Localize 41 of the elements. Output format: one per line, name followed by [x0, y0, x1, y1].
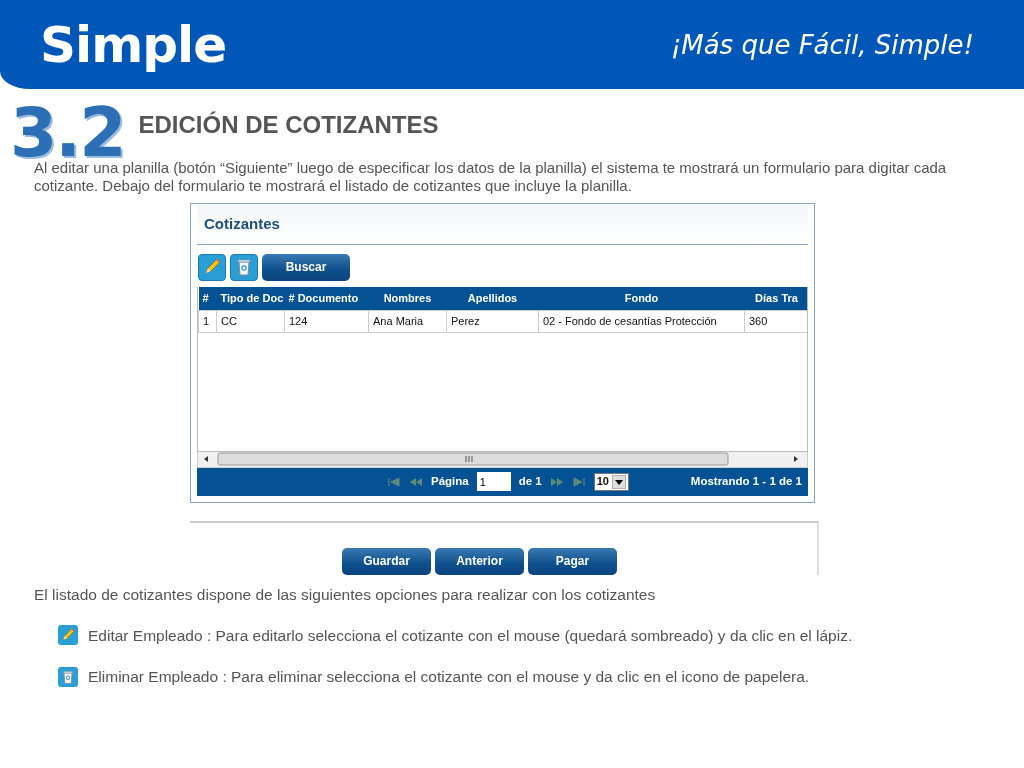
column-header[interactable]: Fondo	[538, 286, 745, 311]
first-page-icon[interactable]	[387, 476, 401, 487]
trash-icon	[234, 257, 254, 277]
option-description: Eliminar Empleado : Para eliminar selecciona el cotizante con el mouse y da clic en el icono de papelera.	[88, 667, 810, 687]
caret-icon	[612, 474, 626, 489]
column-header[interactable]: Apellidos	[446, 286, 539, 311]
search-button[interactable]: Buscar	[262, 253, 350, 281]
panel-title: Cotizantes	[197, 204, 808, 245]
edit-button[interactable]	[198, 253, 226, 281]
pencil-icon	[58, 625, 78, 646]
page-size-select[interactable]: 10	[593, 472, 629, 491]
column-header[interactable]: # Documento	[284, 286, 369, 311]
table-cell: Ana Maria	[368, 310, 447, 333]
table-cell: 1	[198, 310, 217, 333]
section-title: EDICIÓN DE COTIZANTES	[138, 111, 439, 139]
logo: Simple	[40, 15, 227, 74]
page-label: Página	[431, 473, 469, 489]
column-header[interactable]: #	[198, 286, 217, 311]
option-description: Editar Empleado : Para editarlo selecciona el cotizante con el mouse (quedará sombreado) y da clic en el lápiz.	[88, 625, 853, 646]
tagline: ¡Más que Fácil, Simple!	[670, 29, 974, 60]
table-cell: 02 - Fondo de cesantías Protección	[538, 310, 745, 333]
action-button[interactable]: Anterior	[435, 547, 524, 575]
table-cell: 124	[284, 310, 369, 333]
record-summary: Mostrando 1 - 1 de 1	[690, 473, 802, 489]
options-intro: El listado de cotizantes dispone de las siguientes opciones para realizar con los cotizantes	[34, 584, 657, 605]
last-page-icon[interactable]	[571, 476, 586, 487]
page-input[interactable]: 1	[476, 472, 511, 491]
trash-icon	[58, 666, 78, 687]
column-header[interactable]: Días Tra	[744, 286, 807, 311]
table-cell: CC	[216, 310, 285, 333]
table-cell: 360	[744, 310, 807, 333]
pencil-icon	[202, 257, 222, 277]
action-button[interactable]: Pagar	[528, 547, 617, 575]
delete-button[interactable]	[230, 253, 258, 281]
table-cell: Perez	[446, 310, 539, 333]
action-button[interactable]: Guardar	[342, 547, 431, 575]
previous-page-icon[interactable]	[409, 476, 423, 487]
column-header[interactable]: Tipo de Doc	[216, 286, 285, 311]
column-header[interactable]: Nombres	[368, 286, 447, 311]
next-page-icon[interactable]	[549, 476, 564, 487]
page-count: de 1	[518, 473, 542, 489]
